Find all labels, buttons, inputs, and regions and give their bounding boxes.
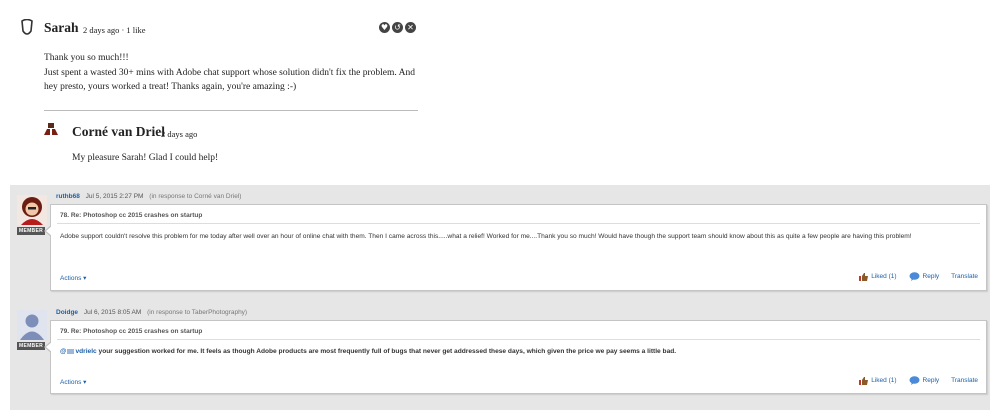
reply-label: Reply [922,273,940,280]
liked-label: Liked (1) [871,377,897,384]
post-username[interactable]: ruthb68 [56,193,80,200]
like-button[interactable]: Liked (1) [859,376,897,385]
post-date: Jul 6, 2015 8:05 AM [83,309,142,316]
comment-body: Thank you so much!!! Just spent a wasted… [44,51,424,95]
speech-bubble-icon [909,376,920,385]
post-links: Liked (1) Reply Translate [859,272,978,281]
avatar[interactable] [17,195,47,225]
mention-link[interactable]: vdrielc [75,348,96,355]
user-mention-icon [67,348,75,354]
comment-meta: 2 days ago · 1 like [83,25,146,35]
thumbs-up-icon [859,376,869,385]
actions-menu[interactable]: Actions ▾ [60,378,86,386]
post-username[interactable]: Doidge [56,309,78,316]
thumbs-up-icon [859,272,869,281]
liked-label: Liked (1) [871,273,897,280]
reply-button[interactable]: Reply [909,376,940,385]
post-title[interactable]: 79. Re: Photoshop cc 2015 crashes on sta… [60,328,202,335]
reply-label: Reply [922,377,940,384]
mention-prefix: @ [60,348,67,355]
in-response-link[interactable]: (in response to Corné van Driel) [149,193,241,200]
avatar [44,123,58,135]
divider [57,339,980,340]
post-body-line: @ vdrielc your suggestion worked for me. … [60,347,976,358]
close-icon[interactable]: ✕ [405,22,416,33]
reply-icon[interactable]: ↺ [392,22,403,33]
post-date: Jul 5, 2015 2:27 PM [85,193,144,200]
dropdown-arrow-icon: ▾ [83,275,87,282]
post-body: Adobe support couldn't resolve this prob… [60,233,912,240]
post-body: your suggestion worked for me. It feels … [98,348,677,355]
translate-link[interactable]: Translate [951,377,978,384]
member-badge: MEMBER [17,227,45,235]
person-outline-icon [21,19,33,35]
comment-line: Thank you so much!!! [44,53,129,63]
translate-link[interactable]: Translate [951,273,978,280]
comment-line: Just spent a wasted 30+ mins with Adobe … [44,67,415,93]
comment-author[interactable]: Sarah [44,20,79,36]
avatar[interactable] [17,310,47,340]
comment-icons: ♥ ↺ ✕ [379,22,416,33]
actions-label: Actions [60,275,82,282]
divider [57,223,980,224]
speech-bubble-icon [909,272,920,281]
post-header: Doidge Jul 6, 2015 8:05 AM (in response … [56,309,247,316]
reply-button[interactable]: Reply [909,272,940,281]
actions-menu[interactable]: Actions ▾ [60,274,86,282]
dropdown-arrow-icon: ▾ [83,379,87,386]
post-links: Liked (1) Reply Translate [859,376,978,385]
member-badge: MEMBER [17,342,45,350]
actions-label: Actions [60,379,82,386]
comment-author[interactable]: Corné van Driel [72,124,165,140]
comment-body: My pleasure Sarah! Glad I could help! [72,153,219,163]
post-header: ruthb68 Jul 5, 2015 2:27 PM (in response… [56,193,241,200]
post-card: 78. Re: Photoshop cc 2015 crashes on sta… [44,204,987,291]
heart-icon[interactable]: ♥ [379,22,390,33]
post-card: 79. Re: Photoshop cc 2015 crashes on sta… [44,320,987,394]
like-button[interactable]: Liked (1) [859,272,897,281]
divider [44,110,418,111]
forum-thread: ruthb68 Jul 5, 2015 2:27 PM (in response… [10,185,990,410]
comment-meta: 2 days ago [161,129,198,139]
in-response-link[interactable]: (in response to TaberPhotography) [147,309,247,316]
post-title[interactable]: 78. Re: Photoshop cc 2015 crashes on sta… [60,212,202,219]
